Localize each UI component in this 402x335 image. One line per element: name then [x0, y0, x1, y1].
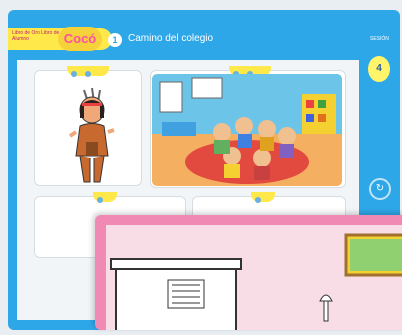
piano-illustration [106, 225, 402, 335]
speaker-icon[interactable] [97, 197, 103, 203]
next-button[interactable]: ↻ [369, 178, 391, 200]
arrow-right-icon: ↻ [375, 183, 385, 194]
page-title: Camino del colegio [128, 33, 214, 44]
zoom-popup[interactable] [95, 215, 402, 335]
eye-icon[interactable] [85, 71, 91, 77]
logo-text: Cocó [63, 31, 97, 46]
unit-badge: 1 [108, 33, 122, 47]
card-tab [67, 66, 109, 77]
speaker-icon[interactable] [255, 197, 261, 203]
brand-text: Libro de Oro Libro de Alumno [12, 30, 60, 42]
session-label: SESIÓN [370, 36, 389, 42]
speaker-icon[interactable] [71, 71, 77, 77]
popup-image [106, 225, 402, 335]
classroom-illustration [152, 74, 342, 186]
boy-illustration [68, 88, 115, 183]
session-counter[interactable]: 4 [368, 56, 390, 82]
logo: Cocó [58, 27, 102, 51]
card-tab [251, 192, 275, 203]
card-tab [93, 192, 117, 203]
